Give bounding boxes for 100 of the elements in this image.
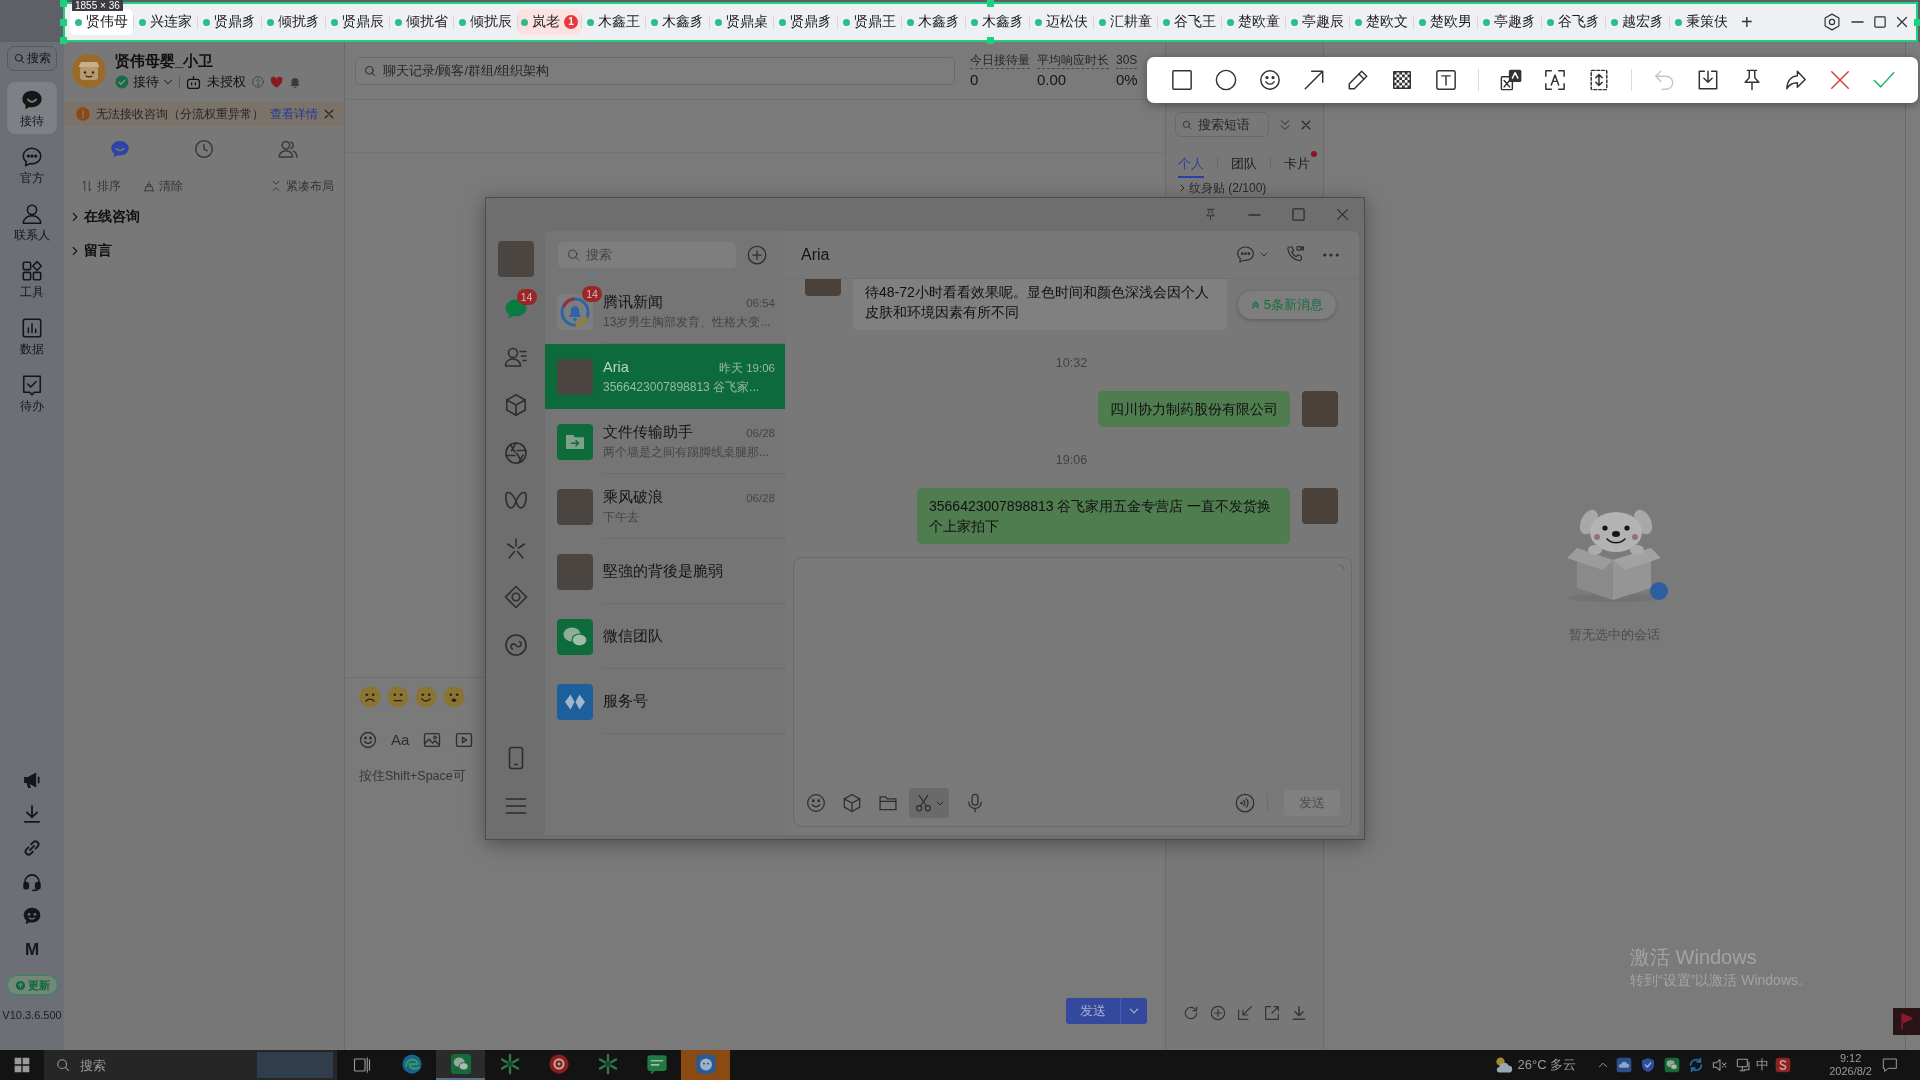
customer-tab[interactable]: 兴连家 (134, 9, 197, 35)
customer-tab[interactable]: 倾扰豸 (262, 9, 325, 35)
message-input[interactable]: 按住Shift+Space可 (359, 767, 487, 785)
nav-item[interactable]: 工具 (7, 253, 57, 305)
customer-tab[interactable]: 贤鼎桌 (710, 9, 773, 35)
customer-tab[interactable]: 谷飞王 (1158, 9, 1221, 35)
microphone-icon[interactable] (965, 793, 985, 813)
emoji-icon[interactable] (415, 686, 437, 708)
chat-face-icon[interactable] (22, 906, 42, 926)
add-tab-button[interactable]: + (1741, 12, 1753, 32)
pin-icon[interactable] (1741, 69, 1763, 91)
font-format-button[interactable]: Aa (391, 731, 410, 749)
settings-icon[interactable] (1823, 13, 1841, 31)
resize-handle[interactable] (60, 0, 67, 7)
taskbar-app[interactable] (681, 1050, 730, 1080)
windows-logo-icon[interactable] (14, 1057, 30, 1073)
send-button[interactable]: 发送 (1066, 998, 1120, 1024)
more-icon[interactable] (1323, 252, 1339, 257)
contacts-icon[interactable] (503, 345, 528, 369)
diamond-icon[interactable] (503, 585, 528, 609)
emoji-icon[interactable] (443, 686, 465, 708)
clock[interactable]: 9:12 2026/8/2 (1829, 1052, 1872, 1078)
customer-tab[interactable]: 汇耕童 (1094, 9, 1157, 35)
nav-item[interactable]: 联系人 (7, 196, 57, 248)
customer-tab[interactable]: 木鑫豸 (902, 9, 965, 35)
phrase-tab[interactable]: 卡片 (1284, 151, 1317, 178)
download-icon[interactable] (1697, 69, 1719, 91)
sort-button[interactable]: 排序 (81, 177, 121, 195)
phrase-tab[interactable]: 团队 (1231, 151, 1257, 178)
customer-tab[interactable]: 贤鼎豸 (774, 9, 837, 35)
customer-tab[interactable]: 木鑫王 (582, 9, 645, 35)
customer-tab[interactable]: 贤鼎豸 (198, 9, 261, 35)
heart-icon[interactable] (270, 75, 283, 89)
image-icon[interactable] (423, 731, 442, 749)
volume-muted-icon[interactable] (1712, 1057, 1729, 1073)
customer-tab[interactable]: 倾扰辰 (454, 9, 517, 35)
chat-list-item[interactable]: 堅強的背後是脆弱 (545, 539, 785, 604)
circle-icon[interactable] (1215, 69, 1237, 91)
network-icon[interactable] (1736, 1057, 1753, 1073)
text-scan-icon[interactable] (1544, 69, 1566, 91)
chat-bubble-icon[interactable] (110, 139, 130, 159)
customer-tab[interactable]: 贤伟母 (70, 9, 133, 35)
notification-icon[interactable] (1882, 1057, 1898, 1073)
chat-list-item[interactable]: 微信团队 (545, 604, 785, 669)
status-dropdown[interactable]: 接待 (115, 73, 173, 91)
customer-tab[interactable]: 秉策伕 (1670, 9, 1733, 35)
cloud-app-icon[interactable] (1616, 1057, 1633, 1073)
arrow-icon[interactable] (1303, 69, 1325, 91)
customer-tab[interactable]: 木鑫豸 (646, 9, 709, 35)
sync-icon[interactable] (1688, 1057, 1705, 1073)
customer-tab[interactable]: 楚欧男 (1414, 9, 1477, 35)
maximize-icon[interactable] (1292, 208, 1305, 221)
people-icon[interactable] (278, 139, 298, 159)
video-icon[interactable] (455, 731, 474, 749)
task-view-icon[interactable] (353, 1056, 371, 1074)
chat-list-item[interactable]: Aria 昨天 19:06 3566423007898813 谷飞家... (545, 344, 785, 409)
resize-handle[interactable] (1914, 19, 1920, 26)
shield-icon[interactable] (1640, 1057, 1657, 1073)
resize-handle[interactable] (60, 37, 67, 44)
phrase-search-field[interactable]: 搜索短语 (1175, 112, 1269, 137)
pencil-icon[interactable] (1347, 69, 1369, 91)
double-chevron-icon[interactable] (1279, 118, 1291, 131)
check-icon[interactable] (1873, 69, 1895, 91)
close-icon[interactable] (1896, 16, 1908, 28)
customer-tab[interactable]: 越宏豸 (1606, 9, 1669, 35)
customer-tab[interactable]: 贤鼎辰 (326, 9, 389, 35)
customer-tab[interactable]: 楚欧童 (1222, 9, 1285, 35)
screenshot-button[interactable] (909, 788, 949, 818)
customer-tab[interactable]: 楚欧文 (1350, 9, 1413, 35)
compact-layout-button[interactable]: 紧凑布局 (270, 177, 334, 195)
aperture-icon[interactable] (503, 441, 528, 465)
minimize-icon[interactable] (1248, 213, 1261, 216)
minimize-icon[interactable] (1851, 21, 1864, 23)
chevron-down-icon[interactable] (1260, 252, 1268, 257)
share-icon[interactable] (1785, 69, 1807, 91)
headset-icon[interactable] (22, 872, 42, 892)
customer-tab[interactable]: 倾扰省 (390, 9, 453, 35)
customer-tab[interactable]: 亭趣辰 (1286, 9, 1349, 35)
customer-tab[interactable]: 亭趣豸 (1478, 9, 1541, 35)
customer-tab[interactable]: 木鑫豸 (966, 9, 1029, 35)
clock-icon[interactable] (194, 139, 214, 159)
chevron-up-icon[interactable] (1598, 1062, 1609, 1068)
translate-icon[interactable] (1500, 69, 1522, 91)
input-app-icon[interactable] (1775, 1057, 1792, 1073)
add-icon[interactable] (747, 245, 767, 265)
send-options-button[interactable] (1120, 998, 1147, 1024)
phrase-folder[interactable]: 纹身贴 (2/100) (1166, 181, 1323, 195)
customer-tab[interactable]: 贤鼎王 (838, 9, 901, 35)
session-group[interactable]: 留言 (64, 234, 344, 268)
add-circle-icon[interactable] (1210, 1005, 1226, 1021)
search-button[interactable]: 搜索 (7, 46, 57, 71)
nav-item[interactable]: 数据 (7, 310, 57, 362)
checkerboard-icon[interactable] (1391, 69, 1413, 91)
chat-app-icon[interactable] (1664, 1057, 1681, 1073)
import-icon[interactable] (1237, 1005, 1253, 1021)
emoji-icon[interactable] (387, 686, 409, 708)
expand-vertical-icon[interactable] (1588, 69, 1610, 91)
flag-icon[interactable] (1893, 1008, 1920, 1035)
nav-item[interactable]: 官方 (7, 139, 57, 191)
voice-icon[interactable] (1235, 793, 1255, 813)
